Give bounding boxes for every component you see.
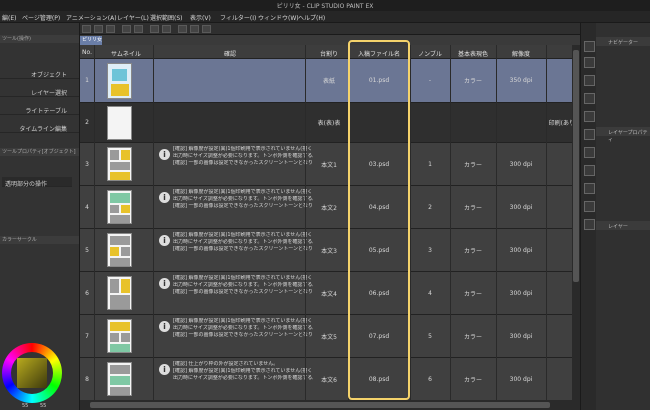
menu-page[interactable]: ページ管理(P) <box>22 13 60 22</box>
command-bar <box>80 23 580 35</box>
transparent-op-dropdown[interactable]: 透明部分の操作 <box>2 177 72 188</box>
page-thumbnail[interactable] <box>107 190 132 224</box>
color-value: 55 <box>22 403 29 409</box>
menu-help[interactable]: ヘルプ(H) <box>298 13 325 22</box>
menu-bar: 編(E) ページ管理(P) アニメーション(A) レイヤー(L) 選択範囲(S)… <box>0 11 650 23</box>
menu-selection[interactable]: 選択範囲(S) <box>150 13 183 22</box>
open-icon[interactable] <box>94 25 103 33</box>
material-7-icon[interactable] <box>584 183 595 194</box>
menu-edit[interactable]: 編(E) <box>2 13 16 22</box>
tab-strip: ピリリ女 <box>80 35 580 45</box>
right-panel: ナビゲーター レイヤープロパティ レイヤー <box>596 23 650 410</box>
material-2-icon[interactable] <box>584 93 595 104</box>
page-thumbnail[interactable] <box>107 276 132 310</box>
title-bar: ピリリ女 - CLIP STUDIO PAINT EX <box>0 0 650 11</box>
material-6-icon[interactable] <box>584 165 595 176</box>
menu-animation[interactable]: アニメーション(A) <box>66 13 117 22</box>
page-manager-table: No. サムネイル 確認 台割り 入稿ファイル名 ノンブル 基本表現色 解像度 … <box>80 45 572 400</box>
color-square[interactable] <box>17 358 47 388</box>
material-icon[interactable] <box>584 75 595 86</box>
page-thumbnail[interactable] <box>107 106 132 140</box>
save-icon[interactable] <box>106 25 115 33</box>
tool-object[interactable]: オブジェクト <box>0 67 79 79</box>
tool-light-table[interactable]: ライトテーブル <box>0 103 79 115</box>
sub-view-icon[interactable] <box>584 57 595 68</box>
material-3-icon[interactable] <box>584 111 595 122</box>
page-thumbnail[interactable] <box>107 319 132 353</box>
layer-property-header: レイヤープロパティ <box>596 127 650 143</box>
material-8-icon[interactable] <box>584 201 595 212</box>
info-icon[interactable]: i <box>159 364 170 375</box>
settings-icon[interactable] <box>150 25 159 33</box>
page-thumbnail[interactable] <box>107 63 132 99</box>
color-header: カラーサークル <box>0 236 79 244</box>
paste-icon[interactable] <box>202 25 211 33</box>
material-4-icon[interactable] <box>584 129 595 140</box>
color-value-2: 55 <box>40 403 47 409</box>
left-panel: ツール(操作) オブジェクト レイヤー選択 ライトテーブル タイムライン編集 ツ… <box>0 23 80 410</box>
horizontal-scrollbar[interactable] <box>80 400 580 410</box>
info-icon[interactable]: i <box>159 149 170 160</box>
copy-icon[interactable] <box>190 25 199 33</box>
window-title: ピリリ女 - CLIP STUDIO PAINT EX <box>276 3 374 10</box>
export-icon[interactable] <box>162 25 171 33</box>
menu-window[interactable]: ウィンドウ(W) <box>258 13 299 22</box>
info-icon[interactable]: i <box>159 278 170 289</box>
tool-layer-select[interactable]: レイヤー選択 <box>0 85 79 97</box>
panel-icon-strip <box>580 23 596 410</box>
menu-filter[interactable]: フィルター(I) <box>220 13 256 22</box>
page-thumbnail[interactable] <box>107 147 132 181</box>
tool-panel-header: ツール(操作) <box>0 35 79 43</box>
tab-document[interactable]: ピリリ女 <box>80 36 102 45</box>
tool-timeline-edit[interactable]: タイムライン編集 <box>0 121 79 133</box>
vertical-scrollbar[interactable] <box>572 45 580 400</box>
cut-icon[interactable] <box>178 25 187 33</box>
material-5-icon[interactable] <box>584 147 595 158</box>
info-icon[interactable]: i <box>159 235 170 246</box>
material-9-icon[interactable] <box>584 219 595 230</box>
page-thumbnail[interactable] <box>107 362 132 396</box>
info-icon[interactable]: i <box>159 321 170 332</box>
page-thumbnail[interactable] <box>107 233 132 267</box>
info-icon[interactable]: i <box>159 192 170 203</box>
new-icon[interactable] <box>82 25 91 33</box>
color-wheel[interactable] <box>2 343 62 403</box>
navigator-icon[interactable] <box>584 41 595 52</box>
layer-header: レイヤー <box>596 221 650 230</box>
menu-layer[interactable]: レイヤー(L) <box>117 13 149 22</box>
undo-icon[interactable] <box>122 25 131 33</box>
menu-view[interactable]: 表示(V) <box>190 13 211 22</box>
tool-property-header: ツールプロパティ[オブジェクト] <box>0 148 79 156</box>
navigator-header: ナビゲーター <box>596 37 650 46</box>
redo-icon[interactable] <box>134 25 143 33</box>
